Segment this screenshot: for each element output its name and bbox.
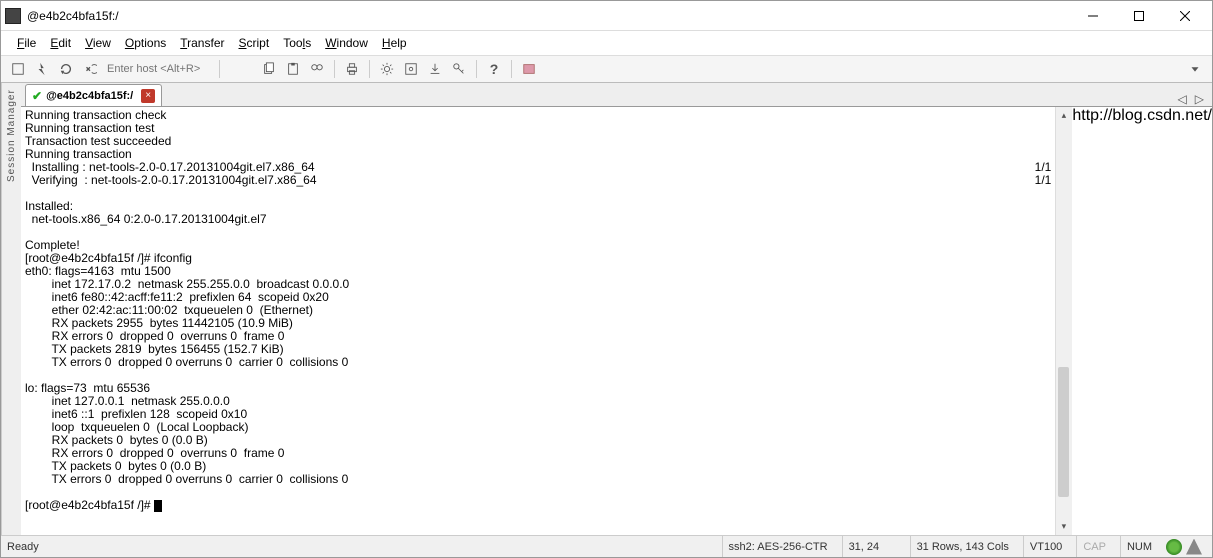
transfer-icon[interactable] <box>424 58 446 80</box>
copy-icon[interactable] <box>258 58 280 80</box>
separator <box>334 60 335 78</box>
menu-transfer[interactable]: Transfer <box>180 36 224 50</box>
scrollbar[interactable]: ▴ ▾ <box>1055 107 1072 535</box>
status-cursor-pos: 31, 24 <box>842 536 902 557</box>
session-tab[interactable]: ✔ @e4b2c4bfa15f:/ × <box>25 84 162 106</box>
menu-window[interactable]: Window <box>325 36 368 50</box>
tab-strip: ✔ @e4b2c4bfa15f:/ × ◁ ▷ <box>21 83 1212 107</box>
separator <box>511 60 512 78</box>
screenshot-icon[interactable] <box>518 58 540 80</box>
scroll-thumb[interactable] <box>1058 367 1069 497</box>
separator <box>219 60 220 78</box>
menu-help[interactable]: Help <box>382 36 407 50</box>
help-icon[interactable]: ? <box>483 58 505 80</box>
tray-icon-1[interactable] <box>1166 539 1182 555</box>
menu-tools[interactable]: Tools <box>283 36 311 50</box>
host-input[interactable] <box>103 61 213 77</box>
menu-options[interactable]: Options <box>125 36 166 50</box>
status-connection: ssh2: AES-256-CTR <box>722 536 834 557</box>
tab-prev-icon[interactable]: ◁ <box>1174 92 1191 106</box>
window-title: @e4b2c4bfa15f:/ <box>27 9 1070 23</box>
connected-icon: ✔ <box>32 89 42 103</box>
menu-view[interactable]: View <box>85 36 111 50</box>
status-bar: Ready ssh2: AES-256-CTR 31, 24 31 Rows, … <box>1 535 1212 557</box>
status-tray <box>1166 539 1206 555</box>
print-icon[interactable] <box>341 58 363 80</box>
status-num: NUM <box>1120 536 1158 557</box>
settings-icon[interactable] <box>376 58 398 80</box>
status-term-type: VT100 <box>1023 536 1068 557</box>
status-caps: CAP <box>1076 536 1112 557</box>
menu-script[interactable]: Script <box>239 36 270 50</box>
menu-file[interactable]: File <box>17 36 36 50</box>
tab-next-icon[interactable]: ▷ <box>1191 92 1208 106</box>
maximize-button[interactable] <box>1116 1 1162 31</box>
app-icon <box>5 8 21 24</box>
scroll-up-icon[interactable]: ▴ <box>1056 107 1071 124</box>
session-options-icon[interactable] <box>400 58 422 80</box>
paste-icon[interactable] <box>282 58 304 80</box>
window-titlebar: @e4b2c4bfa15f:/ <box>1 1 1212 31</box>
separator <box>476 60 477 78</box>
disconnect-icon[interactable] <box>79 58 101 80</box>
terminal-output[interactable]: Running transaction checkRunning transac… <box>21 107 1055 535</box>
menu-bar: File Edit View Options Transfer Script T… <box>1 31 1212 55</box>
quick-connect-icon[interactable] <box>31 58 53 80</box>
tray-icon-2[interactable] <box>1186 539 1202 555</box>
terminal-area: Running transaction checkRunning transac… <box>21 107 1212 535</box>
tab-title: @e4b2c4bfa15f:/ <box>46 90 133 102</box>
session-manager-tab[interactable]: Session Manager <box>1 83 21 535</box>
new-session-icon[interactable] <box>7 58 29 80</box>
scroll-down-icon[interactable]: ▾ <box>1056 518 1071 535</box>
menu-edit[interactable]: Edit <box>50 36 71 50</box>
close-tab-button[interactable]: × <box>141 89 155 103</box>
status-ready: Ready <box>7 536 45 557</box>
key-icon[interactable] <box>448 58 470 80</box>
separator <box>369 60 370 78</box>
find-icon[interactable] <box>306 58 328 80</box>
close-button[interactable] <box>1162 1 1208 31</box>
status-terminal-size: 31 Rows, 143 Cols <box>910 536 1015 557</box>
minimize-button[interactable] <box>1070 1 1116 31</box>
cursor <box>154 500 162 512</box>
toolbar-overflow-icon[interactable] <box>1184 58 1206 80</box>
toolbar: ? <box>1 55 1212 83</box>
watermark-text: http://blog.csdn.net/ <box>1072 107 1212 535</box>
reconnect-icon[interactable] <box>55 58 77 80</box>
